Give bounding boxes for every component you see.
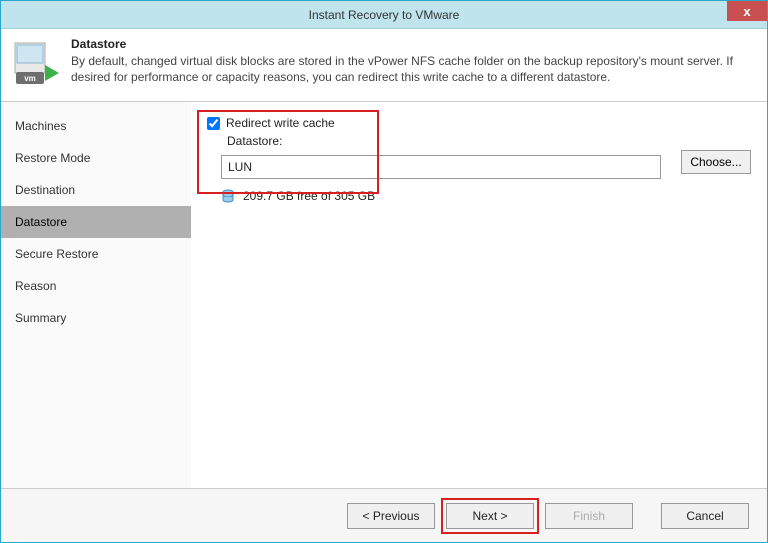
page-description: By default, changed virtual disk blocks … — [71, 53, 755, 85]
datastore-input[interactable] — [221, 155, 661, 179]
vm-restore-icon: vm — [13, 41, 59, 89]
sidebar-step-datastore[interactable]: Datastore — [1, 206, 191, 238]
sidebar-step-destination[interactable]: Destination — [1, 174, 191, 206]
svg-text:vm: vm — [24, 74, 36, 83]
redirect-write-cache-checkbox[interactable] — [207, 117, 220, 130]
sidebar-step-machines[interactable]: Machines — [1, 110, 191, 142]
close-button[interactable]: x — [727, 1, 767, 21]
close-icon: x — [743, 4, 750, 19]
previous-button[interactable]: < Previous — [347, 503, 435, 529]
wizard-footer: < Previous Next > Finish Cancel — [1, 488, 767, 542]
wizard-body: Machines Restore Mode Destination Datast… — [1, 102, 767, 488]
next-highlight-box: Next > — [441, 498, 539, 534]
titlebar: Instant Recovery to VMware x — [1, 1, 767, 29]
wizard-window: Instant Recovery to VMware x vm Datastor… — [0, 0, 768, 543]
next-button[interactable]: Next > — [446, 503, 534, 529]
page-title: Datastore — [71, 37, 755, 51]
finish-button: Finish — [545, 503, 633, 529]
choose-button[interactable]: Choose... — [681, 150, 751, 174]
freespace-row: 209.7 GB free of 305 GB — [221, 189, 751, 203]
sidebar-step-secure-restore[interactable]: Secure Restore — [1, 238, 191, 270]
freespace-text: 209.7 GB free of 305 GB — [243, 189, 375, 203]
cancel-button[interactable]: Cancel — [661, 503, 749, 529]
sidebar-step-reason[interactable]: Reason — [1, 270, 191, 302]
redirect-highlight-box: Redirect write cache Datastore: — [201, 112, 381, 155]
sidebar-step-summary[interactable]: Summary — [1, 302, 191, 334]
wizard-sidebar: Machines Restore Mode Destination Datast… — [1, 102, 191, 488]
redirect-write-cache-label: Redirect write cache — [226, 116, 335, 130]
wizard-content: Redirect write cache Datastore: Choose..… — [191, 102, 767, 488]
sidebar-step-restore-mode[interactable]: Restore Mode — [1, 142, 191, 174]
window-title: Instant Recovery to VMware — [309, 8, 460, 22]
datastore-icon — [221, 189, 235, 203]
datastore-label: Datastore: — [227, 134, 373, 148]
wizard-header: vm Datastore By default, changed virtual… — [1, 29, 767, 102]
